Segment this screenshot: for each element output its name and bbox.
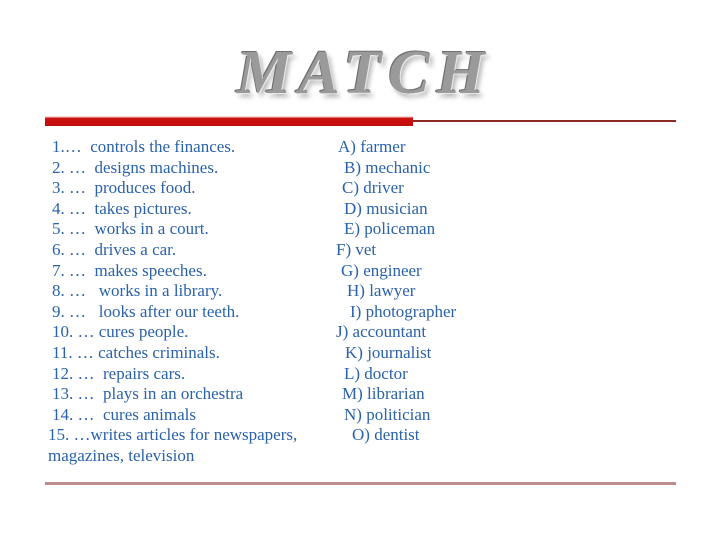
table-row: 8. … works in a library. H) lawyer (0, 281, 720, 302)
option-item: C) driver (342, 178, 404, 198)
option-item: E) policeman (344, 219, 436, 239)
table-row: 4. … takes pictures. D) musician (0, 199, 720, 220)
option-item: K) journalist (345, 342, 432, 362)
definition-item: 13. … plays in an orchestra (52, 384, 244, 404)
definition-item: 1.… controls the finances. (52, 137, 236, 156)
definition-item: 6. … drives a car. (52, 239, 177, 259)
definition-item: 11. … catches criminals. (52, 342, 220, 362)
table-row: 7. … makes speeches. G) engineer (0, 261, 720, 282)
table-row: 3. … produces food. C) driver (0, 178, 720, 199)
definition-item: 2. … designs machines. (52, 157, 219, 177)
table-row: 15. …writes articles for newspapers, O) … (0, 425, 720, 446)
table-row: 11. … catches criminals. K) journalist (0, 343, 720, 364)
definition-item: 12. … repairs cars. (52, 363, 186, 383)
option-item: F) vet (336, 239, 377, 259)
table-row: 9. … looks after our teeth. I) photograp… (0, 302, 720, 323)
definition-item: 7. … makes speeches. (52, 260, 207, 280)
definition-item: 14. … cures animals (52, 404, 196, 424)
definition-item: 10. … cures people. (52, 322, 189, 342)
title-container: MATCH (0, 38, 720, 110)
table-row: 12. … repairs cars. L) doctor (0, 364, 720, 385)
option-item: L) doctor (344, 363, 408, 383)
definition-item: 8. … works in a library. (52, 281, 223, 301)
definition-item-continuation: magazines, television (48, 445, 195, 465)
option-item: B) mechanic (344, 157, 431, 177)
definition-item: 9. … looks after our teeth. (52, 301, 240, 321)
table-row: 1.… controls the finances. A) farmer (0, 137, 720, 158)
definition-item: 4. … takes pictures. (52, 198, 192, 218)
table-row-continuation: magazines, television (0, 446, 720, 467)
option-item: M) librarian (342, 384, 425, 404)
definition-item: 5. … works in a court. (52, 219, 209, 239)
matching-exercise-body: 1.… controls the finances. A) farmer 2. … (0, 137, 720, 467)
option-item: O) dentist (352, 425, 420, 445)
slide-canvas: MATCH 1.… controls the finances. A) farm… (0, 0, 720, 540)
table-row: 6. … drives a car. F) vet (0, 240, 720, 261)
table-row: 14. … cures animals N) politician (0, 405, 720, 426)
table-row: 10. … cures people. J) accountant (0, 322, 720, 343)
option-item: N) politician (344, 404, 431, 424)
definition-item: 15. …writes articles for newspapers, (48, 425, 298, 445)
option-item: G) engineer (341, 260, 422, 280)
option-item: A) farmer (338, 137, 406, 156)
table-row: 13. … plays in an orchestra M) librarian (0, 384, 720, 405)
definition-item: 3. … produces food. (52, 178, 196, 198)
option-item: I) photographer (350, 301, 457, 321)
footer-divider-line (45, 482, 676, 485)
option-item: H) lawyer (347, 281, 416, 301)
option-item: J) accountant (336, 322, 427, 342)
header-accent-bar (45, 116, 413, 126)
option-item: D) musician (344, 198, 428, 218)
page-title: MATCH (236, 39, 492, 107)
table-row: 5. … works in a court. E) policeman (0, 219, 720, 240)
table-row: 2. … designs machines. B) mechanic (0, 158, 720, 179)
